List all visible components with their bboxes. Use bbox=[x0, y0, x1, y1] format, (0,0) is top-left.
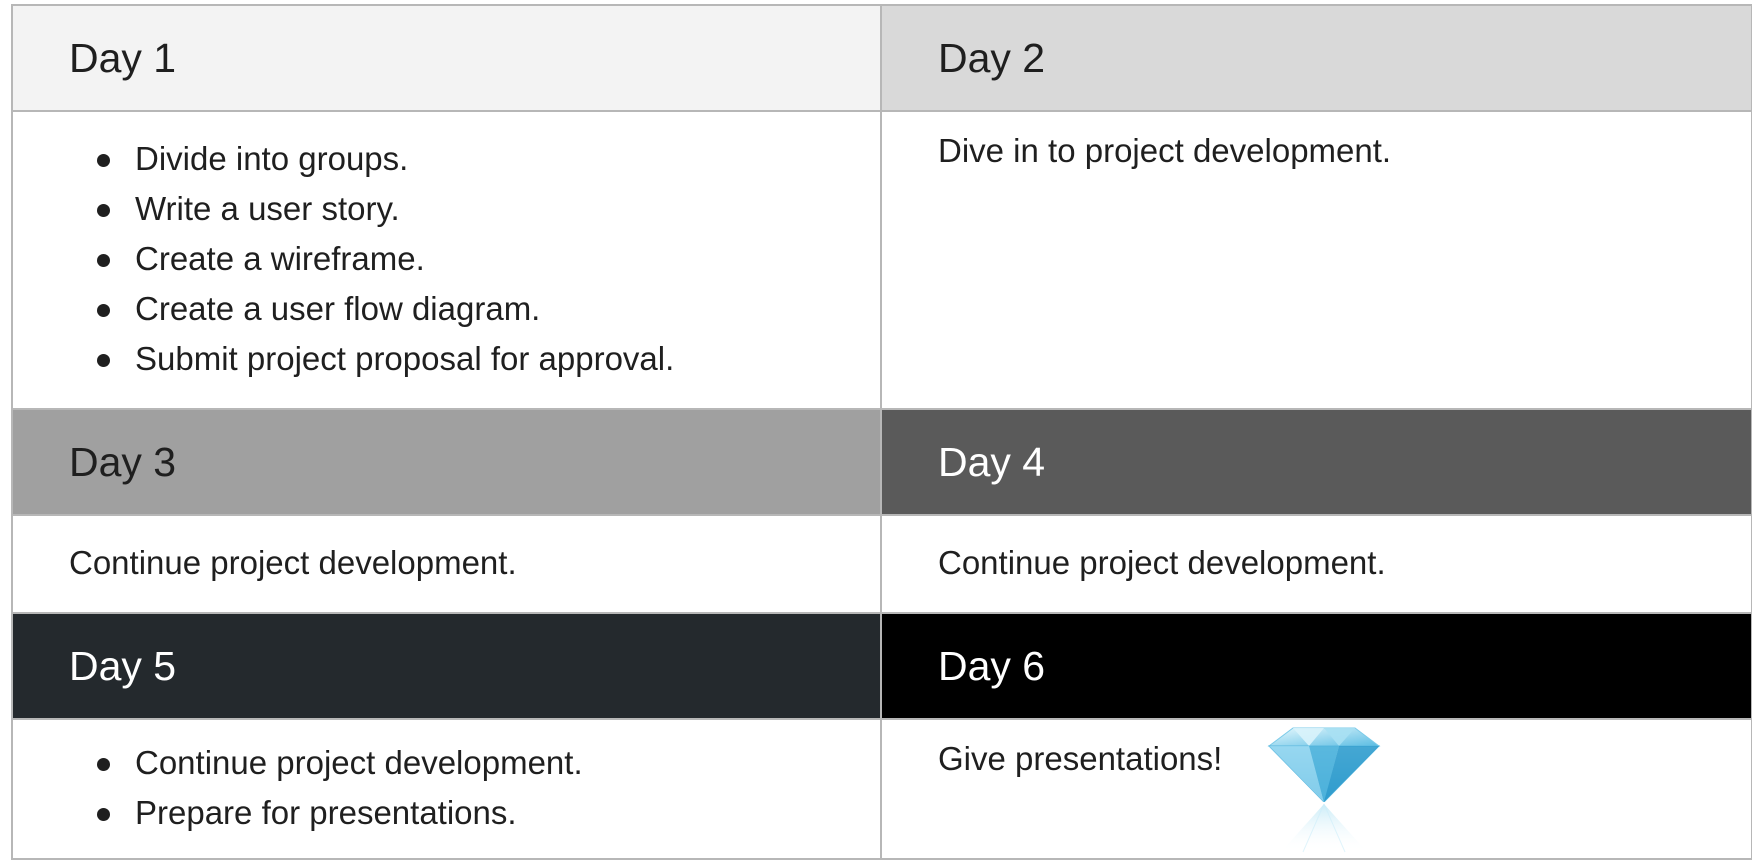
day-5-label: Day 5 bbox=[69, 643, 177, 689]
day-1-header: Day 1 bbox=[11, 4, 882, 112]
diamond-icon bbox=[1267, 727, 1381, 853]
header-row-2: Day 3 Day 4 bbox=[11, 408, 1752, 516]
day-1-list: Divide into groups. Write a user story. … bbox=[13, 112, 880, 384]
body-row-3: Continue project development. Prepare fo… bbox=[11, 718, 1752, 860]
list-item: Divide into groups. bbox=[97, 134, 880, 184]
header-row-1: Day 1 Day 2 bbox=[11, 4, 1752, 112]
day-5-header: Day 5 bbox=[11, 612, 882, 720]
list-item: Create a user flow diagram. bbox=[97, 284, 880, 334]
day-4-text: Continue project development. bbox=[938, 544, 1386, 581]
day-4-label: Day 4 bbox=[938, 439, 1046, 485]
day-3-label: Day 3 bbox=[69, 439, 177, 485]
day-3-cell: Continue project development. bbox=[11, 514, 882, 614]
day-1-label: Day 1 bbox=[69, 35, 177, 81]
day-6-body: Give presentations! bbox=[882, 720, 1751, 858]
day-3-text: Continue project development. bbox=[69, 544, 517, 581]
day-6-label: Day 6 bbox=[938, 643, 1046, 689]
day-3-header: Day 3 bbox=[11, 408, 882, 516]
list-item: Continue project development. bbox=[97, 738, 880, 788]
day-2-cell: Dive in to project development. bbox=[880, 110, 1752, 410]
schedule-table: Day 1 Day 2 Divide into groups. Write a … bbox=[11, 4, 1752, 860]
day-6-cell: Give presentations! bbox=[880, 718, 1752, 860]
day-2-header: Day 2 bbox=[880, 4, 1752, 112]
day-2-text: Dive in to project development. bbox=[938, 132, 1392, 169]
header-row-3: Day 5 Day 6 bbox=[11, 612, 1752, 720]
list-item: Prepare for presentations. bbox=[97, 788, 880, 838]
day-5-list: Continue project development. Prepare fo… bbox=[13, 720, 880, 838]
day-4-cell: Continue project development. bbox=[880, 514, 1752, 614]
body-row-2: Continue project development. Continue p… bbox=[11, 514, 1752, 614]
list-item: Write a user story. bbox=[97, 184, 880, 234]
day-5-cell: Continue project development. Prepare fo… bbox=[11, 718, 882, 860]
day-1-cell: Divide into groups. Write a user story. … bbox=[11, 110, 882, 410]
body-row-1: Divide into groups. Write a user story. … bbox=[11, 110, 1752, 410]
list-item: Create a wireframe. bbox=[97, 234, 880, 284]
list-item: Submit project proposal for approval. bbox=[97, 334, 880, 384]
day-6-header: Day 6 bbox=[880, 612, 1752, 720]
day-2-label: Day 2 bbox=[938, 35, 1046, 81]
day-4-header: Day 4 bbox=[880, 408, 1752, 516]
